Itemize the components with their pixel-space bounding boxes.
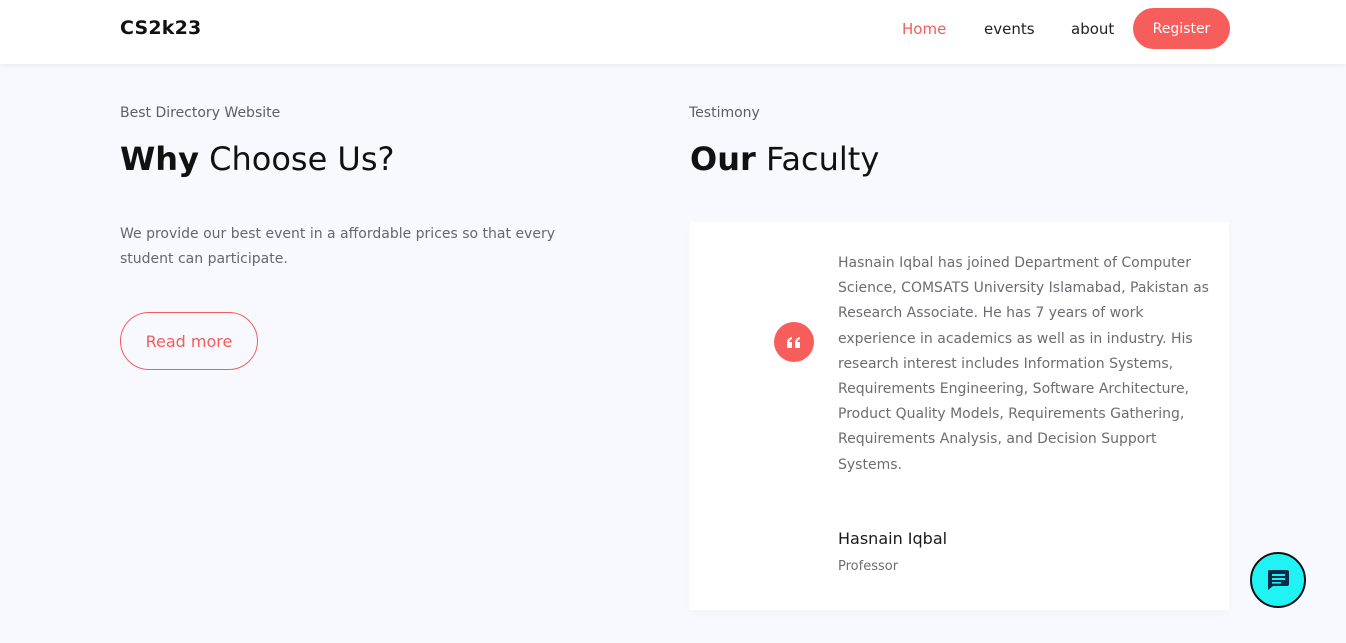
faculty-heading-bold: Our xyxy=(690,140,756,178)
why-description: We provide our best event in a affordabl… xyxy=(120,226,555,267)
brand-logo[interactable]: CS2k23 xyxy=(120,17,201,39)
faculty-heading-rest: Faculty xyxy=(755,140,880,178)
quote-icon xyxy=(774,322,814,362)
why-heading-rest: Choose Us? xyxy=(198,140,395,178)
testimonial-quote: Hasnain Iqbal has joined Department of C… xyxy=(838,255,1209,473)
faculty-heading: Our Faculty xyxy=(690,140,879,178)
chat-message-icon xyxy=(1268,570,1289,590)
chat-widget-button[interactable] xyxy=(1250,552,1306,608)
nav-link-events[interactable]: events xyxy=(984,20,1035,38)
why-eyebrow: Best Directory Website xyxy=(120,105,281,121)
why-heading-bold: Why xyxy=(120,140,199,178)
faculty-eyebrow: Testimony xyxy=(689,105,760,121)
testimonial-card: Hasnain Iqbal has joined Department of C… xyxy=(689,222,1229,610)
nav-link-home[interactable]: Home xyxy=(902,20,946,38)
testimonial-person-title: Professor xyxy=(838,559,899,574)
quote-icon-glyph xyxy=(787,336,800,348)
read-more-button[interactable]: Read more xyxy=(120,312,258,370)
why-heading: Why Choose Us? xyxy=(120,140,395,178)
register-button[interactable]: Register xyxy=(1133,8,1230,49)
navbar: CS2k23 Home events about Register xyxy=(0,0,1346,64)
testimonial-person-name: Hasnain Iqbal xyxy=(838,529,948,548)
nav-link-about[interactable]: about xyxy=(1071,20,1114,38)
